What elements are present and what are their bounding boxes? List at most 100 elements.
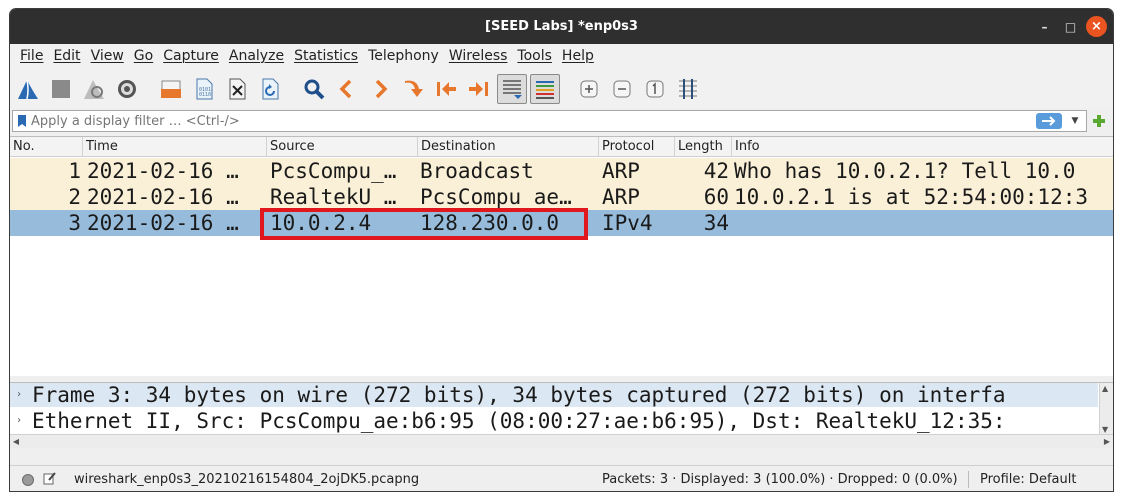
display-filter-field[interactable]: ▼ xyxy=(12,110,1087,132)
expand-arrow-icon[interactable]: › xyxy=(16,409,28,433)
display-filter-input[interactable] xyxy=(31,113,1021,129)
scroll-up-icon[interactable]: ▲ xyxy=(1102,384,1108,393)
column-header-protocol[interactable]: Protocol xyxy=(599,137,675,157)
packet-destination: PcsCompu_ae… xyxy=(420,185,572,209)
options-gear-icon[interactable] xyxy=(112,74,142,104)
autoscroll-icon[interactable] xyxy=(497,74,527,104)
detail-row-ethernet[interactable]: › Ethernet II, Src: PcsCompu_ae:b6:95 (0… xyxy=(10,409,1098,433)
column-header-time[interactable]: Time xyxy=(83,137,267,157)
open-folder-icon[interactable] xyxy=(156,74,186,104)
column-header-source[interactable]: Source xyxy=(267,137,418,157)
toolbar-separator xyxy=(288,74,296,104)
menu-bar: File Edit View Go Capture Analyze Statis… xyxy=(10,44,1113,68)
packet-details-pane: › Frame 3: 34 bytes on wire (272 bits), … xyxy=(10,382,1113,435)
packet-row[interactable]: 2 2021-02-16 … RealtekU_… PcsCompu_ae… A… xyxy=(10,184,1113,210)
menu-analyze[interactable]: Analyze xyxy=(224,48,289,64)
go-back-icon[interactable] xyxy=(332,74,362,104)
capture-file-name: wireshark_enp0s3_20210216154804_2ojDK5.p… xyxy=(74,472,420,487)
zoom-out-icon[interactable] xyxy=(607,74,637,104)
menu-file[interactable]: File xyxy=(15,48,48,64)
menu-wireless[interactable]: Wireless xyxy=(444,48,513,64)
save-file-icon[interactable]: 0101 0110 xyxy=(189,74,219,104)
zoom-in-icon[interactable] xyxy=(574,74,604,104)
filter-history-chevron-icon[interactable]: ▼ xyxy=(1068,113,1082,129)
menu-statistics[interactable]: Statistics xyxy=(289,48,363,64)
title-bar: [SEED Labs] *enp0s3 – □ × xyxy=(10,9,1113,44)
minimize-icon[interactable]: – xyxy=(1034,16,1055,37)
restart-fin-icon[interactable] xyxy=(79,74,109,104)
shark-fin-icon[interactable] xyxy=(13,74,43,104)
menu-capture[interactable]: Capture xyxy=(158,48,224,64)
packet-time: 2021-02-16 … xyxy=(87,185,239,209)
window-title: [SEED Labs] *enp0s3 xyxy=(485,19,638,34)
packet-info xyxy=(734,210,1113,236)
go-last-icon[interactable] xyxy=(464,74,494,104)
packet-time: 2021-02-16 … xyxy=(87,211,239,235)
go-forward-icon[interactable] xyxy=(365,74,395,104)
menu-edit[interactable]: Edit xyxy=(48,48,85,64)
find-magnifier-icon[interactable] xyxy=(299,74,329,104)
toolbar-separator xyxy=(145,74,153,104)
reload-icon[interactable] xyxy=(255,74,285,104)
resize-columns-icon[interactable] xyxy=(673,74,703,104)
display-filter-bar: ▼ xyxy=(12,109,1109,133)
column-header-no[interactable]: No. xyxy=(10,137,83,157)
column-header-length[interactable]: Length xyxy=(675,137,732,157)
detail-text: Frame 3: 34 bytes on wire (272 bits), 34… xyxy=(32,383,1006,407)
packet-length: 42 xyxy=(703,159,729,183)
packet-list-header: No. Time Source Destination Protocol Len… xyxy=(10,137,1113,157)
column-header-info[interactable]: Info xyxy=(732,137,1113,157)
packet-source: RealtekU_… xyxy=(270,185,397,209)
scroll-down-icon[interactable]: ▼ xyxy=(1102,425,1108,434)
packet-length: 60 xyxy=(703,185,729,209)
packet-info: Who has 10.0.2.1? Tell 10.0 xyxy=(734,159,1076,183)
toolbar-separator xyxy=(563,74,571,104)
packet-destination: Broadcast xyxy=(420,159,534,183)
go-first-icon[interactable] xyxy=(431,74,461,104)
packet-no: 2 xyxy=(68,185,81,209)
close-file-icon[interactable] xyxy=(222,74,252,104)
edit-comment-icon[interactable] xyxy=(43,471,57,485)
menu-go[interactable]: Go xyxy=(129,48,158,64)
capture-status-icon[interactable] xyxy=(22,474,34,486)
menu-help[interactable]: Help xyxy=(557,48,599,64)
bookmark-icon[interactable] xyxy=(13,112,31,130)
stop-square-icon[interactable] xyxy=(46,74,76,104)
detail-row-frame[interactable]: › Frame 3: 34 bytes on wire (272 bits), … xyxy=(10,383,1098,407)
packet-row[interactable]: 1 2021-02-16 … PcsCompu_… Broadcast ARP … xyxy=(10,158,1113,184)
packet-time: 2021-02-16 … xyxy=(87,159,239,183)
scroll-left-icon[interactable]: ◀ xyxy=(10,435,22,447)
column-header-destination[interactable]: Destination xyxy=(418,137,599,157)
close-icon[interactable]: × xyxy=(1086,16,1107,37)
menu-view[interactable]: View xyxy=(86,48,129,64)
packet-info: 10.0.2.1 is at 52:54:00:12:3 xyxy=(734,185,1089,209)
packet-no: 3 xyxy=(68,211,81,235)
scroll-right-icon[interactable]: ▶ xyxy=(1101,435,1113,447)
apply-filter-arrow-icon[interactable] xyxy=(1036,113,1062,129)
main-toolbar: 0101 0110 xyxy=(10,69,1113,109)
packet-statistics: Packets: 3 · Displayed: 3 (100.0%) · Dro… xyxy=(602,472,958,487)
menu-tools[interactable]: Tools xyxy=(512,48,557,64)
add-filter-button-icon[interactable] xyxy=(1089,111,1109,131)
packet-list-horizontal-scrollbar[interactable]: ◀ ▶ xyxy=(10,491,1113,492)
go-to-packet-icon[interactable] xyxy=(398,74,428,104)
packet-length: 34 xyxy=(703,211,729,235)
detail-text: Ethernet II, Src: PcsCompu_ae:b6:95 (08:… xyxy=(32,409,1006,433)
status-bar: wireshark_enp0s3_20210216154804_2ojDK5.p… xyxy=(10,465,1113,491)
details-vertical-scrollbar[interactable]: ▲ ▼ xyxy=(1099,383,1113,435)
highlight-annotation-box xyxy=(260,208,588,240)
packet-protocol: IPv4 xyxy=(602,211,653,235)
wireshark-window: [SEED Labs] *enp0s3 – □ × File Edit View… xyxy=(9,8,1114,492)
packet-protocol: ARP xyxy=(602,185,640,209)
profile-selector[interactable]: Profile: Default xyxy=(980,466,1076,491)
colorize-icon[interactable] xyxy=(530,74,560,104)
status-divider xyxy=(968,471,969,488)
menu-telephony[interactable]: Telephony xyxy=(363,48,444,64)
normal-size-icon[interactable] xyxy=(640,74,670,104)
expand-arrow-icon[interactable]: › xyxy=(16,383,28,407)
packet-no: 1 xyxy=(68,159,81,183)
details-horizontal-scrollbar[interactable]: ◀ ▶ xyxy=(10,434,1113,448)
maximize-icon[interactable]: □ xyxy=(1060,16,1081,37)
svg-text:0110: 0110 xyxy=(199,92,211,98)
packet-protocol: ARP xyxy=(602,159,640,183)
